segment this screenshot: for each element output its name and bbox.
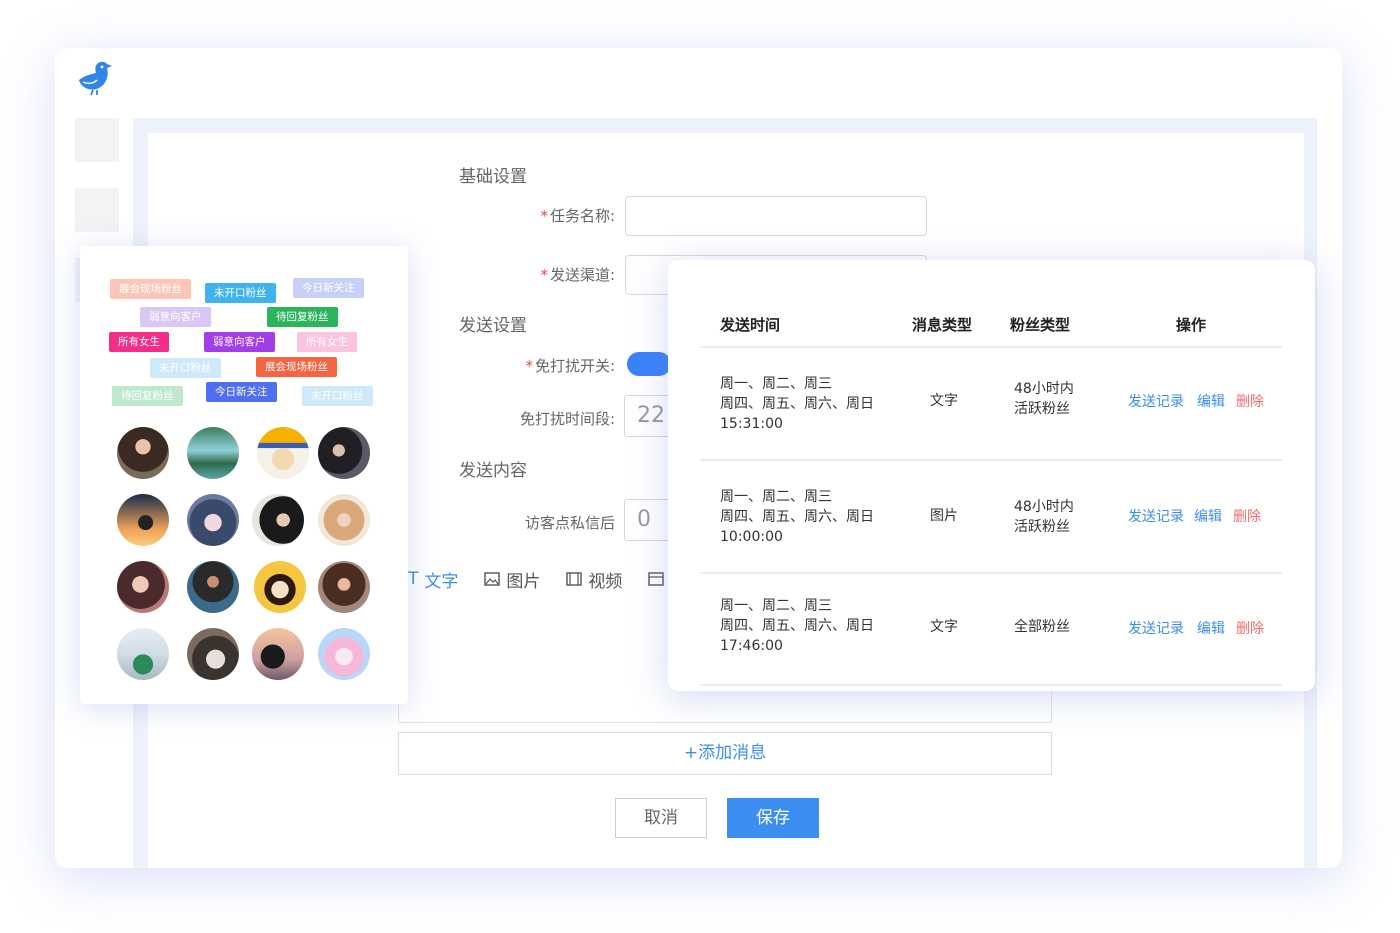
fan-tag[interactable]: 未开口粉丝	[205, 283, 276, 303]
sidebar-item[interactable]	[75, 118, 119, 162]
fan-tag[interactable]: 所有女生	[109, 332, 169, 352]
task-name-input[interactable]	[625, 196, 927, 236]
delete-link[interactable]: 删除	[1236, 618, 1264, 638]
message-type-cell: 图片	[930, 508, 958, 524]
sidebar-item[interactable]	[75, 188, 119, 232]
send-record-link[interactable]: 发送记录	[1128, 506, 1184, 526]
edit-link[interactable]: 编辑	[1197, 391, 1225, 411]
section-title-basic: 基础设置	[459, 167, 527, 187]
message-type-cell: 文字	[930, 619, 958, 635]
video-icon	[566, 572, 583, 586]
send-time-cell: 周一、周二、周三 周四、周五、周六、周日 15:31:00	[720, 376, 874, 432]
avatar[interactable]	[187, 427, 239, 479]
toolbar-text-button[interactable]: T 文字	[408, 567, 458, 592]
fan-tag[interactable]: 展会现场粉丝	[256, 357, 337, 377]
edit-link[interactable]: 编辑	[1197, 618, 1225, 638]
table-divider	[700, 346, 1282, 348]
save-button[interactable]: 保存	[727, 798, 819, 838]
dnd-switch-label: * 免打扰开关:	[525, 357, 615, 375]
cancel-button[interactable]: 取消	[615, 798, 707, 838]
fan-tag[interactable]: 今日新关注	[293, 278, 364, 298]
avatar[interactable]	[318, 628, 370, 680]
message-type-cell: 文字	[930, 393, 958, 409]
fan-tag[interactable]: 未开口粉丝	[150, 358, 221, 378]
column-header-send-time: 发送时间	[720, 316, 781, 334]
fan-tag[interactable]: 展会现场粉丝	[110, 279, 191, 299]
table-divider	[700, 684, 1282, 686]
avatar[interactable]	[117, 494, 169, 546]
avatar[interactable]	[187, 628, 239, 680]
fan-type-cell: 48小时内 活跃粉丝	[1014, 499, 1074, 535]
delete-link[interactable]: 删除	[1233, 506, 1261, 526]
edit-link[interactable]: 编辑	[1194, 506, 1222, 526]
fan-tag[interactable]: 未开口粉丝	[302, 386, 373, 406]
toolbar-image-button[interactable]: 图片	[484, 567, 540, 592]
dnd-period-label: 免打扰时间段:	[519, 410, 615, 428]
section-title-send: 发送设置	[459, 316, 527, 336]
delete-link[interactable]: 删除	[1236, 391, 1264, 411]
avatar[interactable]	[257, 427, 309, 479]
avatar[interactable]	[318, 427, 370, 479]
send-time-cell: 周一、周二、周三 周四、周五、周六、周日 17:46:00	[720, 598, 874, 654]
avatar[interactable]	[187, 561, 239, 613]
column-header-actions: 操作	[1176, 316, 1207, 334]
fan-type-cell: 48小时内 活跃粉丝	[1014, 381, 1074, 417]
fan-tag[interactable]: 弱意向客户	[140, 307, 211, 327]
bird-logo-icon	[79, 61, 112, 96]
column-header-message-type: 消息类型	[912, 316, 973, 334]
fan-tags-card: 展会现场粉丝 未开口粉丝 今日新关注 弱意向客户 待回复粉丝 所有女生 弱意向客…	[80, 246, 408, 704]
avatar[interactable]	[117, 427, 169, 479]
card-icon	[648, 572, 665, 586]
fan-tag[interactable]: 待回复粉丝	[112, 386, 183, 406]
fan-tag[interactable]: 待回复粉丝	[267, 307, 338, 327]
avatar[interactable]	[187, 494, 239, 546]
toolbar-card-button[interactable]	[648, 572, 665, 586]
avatar[interactable]	[318, 494, 370, 546]
task-name-label: * 任务名称:	[540, 207, 615, 225]
avatar[interactable]	[252, 628, 304, 680]
avatar[interactable]	[117, 561, 169, 613]
section-title-content: 发送内容	[459, 461, 527, 481]
table-divider	[700, 459, 1282, 461]
toolbar-video-button[interactable]: 视频	[566, 567, 622, 592]
required-mark: *	[525, 357, 533, 375]
send-record-link[interactable]: 发送记录	[1128, 618, 1184, 638]
channel-label: * 发送渠道:	[540, 266, 615, 284]
image-icon	[484, 572, 501, 586]
send-record-link[interactable]: 发送记录	[1128, 391, 1184, 411]
add-message-button[interactable]: +添加消息	[398, 732, 1052, 775]
required-mark: *	[540, 207, 548, 225]
fan-tag[interactable]: 所有女生	[297, 332, 357, 352]
column-header-fan-type: 粉丝类型	[1010, 316, 1071, 334]
dnd-toggle[interactable]	[627, 352, 671, 376]
table-divider	[700, 572, 1282, 574]
fan-tag[interactable]: 今日新关注	[206, 382, 277, 402]
avatar[interactable]	[117, 628, 169, 680]
required-mark: *	[540, 266, 548, 284]
fan-type-cell: 全部粉丝	[1014, 619, 1070, 635]
visitor-trigger-label: 访客点私信后	[524, 514, 615, 532]
avatar[interactable]	[254, 561, 306, 613]
fan-tag[interactable]: 弱意向客户	[204, 332, 275, 352]
avatar[interactable]	[252, 494, 304, 546]
schedule-table-panel: 发送时间 消息类型 粉丝类型 操作 周一、周二、周三 周四、周五、周六、周日 1…	[668, 260, 1315, 691]
send-time-cell: 周一、周二、周三 周四、周五、周六、周日 10:00:00	[720, 489, 874, 545]
content-toolbar: T 文字 图片 视频	[408, 564, 665, 594]
text-icon: T	[408, 569, 419, 589]
avatar[interactable]	[318, 561, 370, 613]
